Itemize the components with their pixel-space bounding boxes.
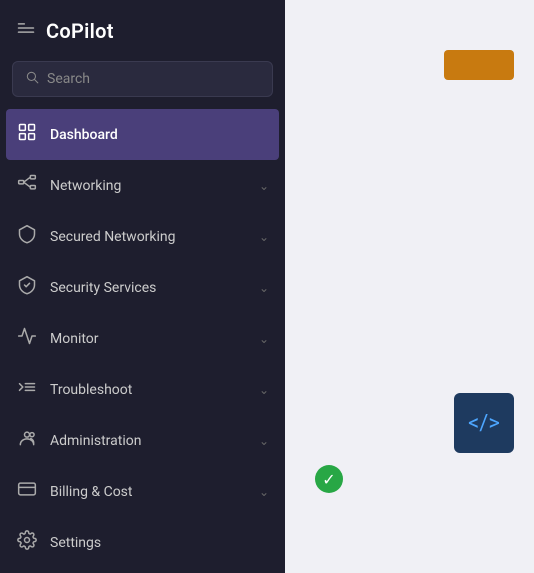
code-icon: </> [468,411,500,436]
chevron-down-icon: ⌄ [259,434,269,448]
sidebar-item-administration[interactable]: Administration ⌄ [0,415,285,466]
dashboard-icon [16,122,38,147]
sidebar-item-label: Dashboard [50,127,269,143]
chevron-down-icon: ⌄ [259,383,269,397]
app-title: CoPilot [46,19,114,43]
sidebar-item-label: Security Services [50,280,247,296]
sidebar-item-label: Settings [50,535,269,551]
chevron-down-icon: ⌄ [259,230,269,244]
troubleshoot-icon [16,377,38,402]
bg-decoration-bottom: </> [454,393,514,453]
monitor-icon [16,326,38,351]
search-bar[interactable]: Search [12,61,273,97]
chevron-down-icon: ⌄ [259,485,269,499]
chevron-down-icon: ⌄ [259,281,269,295]
security-services-icon [16,275,38,300]
sidebar-item-monitor[interactable]: Monitor ⌄ [0,313,285,364]
search-icon [25,70,39,88]
sidebar-item-label: Billing & Cost [50,484,247,500]
sidebar-item-label: Networking [50,178,247,194]
billing-icon [16,479,38,504]
settings-icon [16,530,38,555]
main-content: Navigation Search The quickest way to re… [285,0,534,573]
sidebar: CoPilot Search Dashboard [0,0,285,573]
chevron-down-icon: ⌄ [259,332,269,346]
sidebar-item-settings[interactable]: Settings [0,517,285,568]
sidebar-item-label: Monitor [50,331,247,347]
bg-decoration-top [444,50,514,80]
administration-icon [16,428,38,453]
sidebar-item-troubleshoot[interactable]: Troubleshoot ⌄ [0,364,285,415]
sidebar-item-label: Troubleshoot [50,382,247,398]
nav-menu: Dashboard Networking ⌄ [0,105,285,573]
sidebar-item-label: Secured Networking [50,229,247,245]
sidebar-item-security-services[interactable]: Security Services ⌄ [0,262,285,313]
sidebar-item-billing[interactable]: Billing & Cost ⌄ [0,466,285,517]
chevron-down-icon: ⌄ [259,179,269,193]
networking-icon [16,173,38,198]
menu-icon[interactable] [16,18,36,43]
search-placeholder: Search [47,71,90,87]
sidebar-item-label: Administration [50,433,247,449]
sidebar-item-dashboard[interactable]: Dashboard [6,109,279,160]
sidebar-header: CoPilot [0,0,285,61]
secured-networking-icon [16,224,38,249]
sidebar-item-networking[interactable]: Networking ⌄ [0,160,285,211]
check-badge: ✓ [315,465,343,493]
sidebar-item-secured-networking[interactable]: Secured Networking ⌄ [0,211,285,262]
